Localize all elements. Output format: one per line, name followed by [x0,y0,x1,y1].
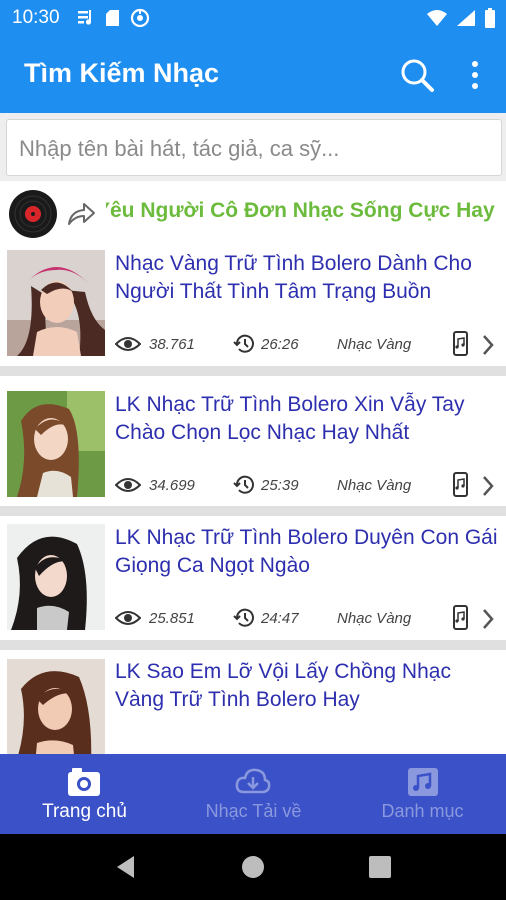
search-input[interactable] [19,120,489,177]
genre: Nhạc Vàng [337,336,412,353]
divider [0,506,506,516]
nav-home[interactable]: Trang chủ [0,754,169,834]
genre: Nhạc Vàng [337,610,412,627]
back-icon[interactable] [114,854,138,880]
eye-icon [115,337,141,351]
chevron-right-icon[interactable] [479,332,497,358]
view-count: 25.851 [149,610,195,627]
song-thumbnail [7,250,105,356]
thumbnail-image [7,391,105,497]
home-icon[interactable] [241,855,265,879]
view-count: 34.699 [149,477,195,494]
duration: 24:47 [261,610,299,627]
vpn-icon [130,8,150,28]
nav-downloads[interactable]: Nhạc Tải về [169,754,338,834]
song-title: Nhạc Vàng Trữ Tình Bolero Dành Cho Người… [115,252,472,303]
song-item[interactable]: LK Nhạc Trữ Tình Bolero Duyên Con Gái Gi… [0,516,506,649]
history-icon [233,475,254,494]
duration: 26:26 [261,336,299,353]
song-list[interactable]: Yêu Người Cô Đơn Nhạc Sống Cực Hay Nhạc … [0,181,506,754]
status-time: 10:30 [12,7,60,28]
system-navigation-bar [0,834,506,900]
history-icon [233,334,254,353]
search-box [6,119,502,177]
song-item[interactable]: LK Sao Em Lỡ Vội Lấy Chồng Nhạc Vàng Trữ… [0,650,506,754]
ringtone-icon[interactable] [451,605,471,631]
view-count: 38.761 [149,336,195,353]
thumbnail-image [7,250,105,356]
history-icon [233,608,254,627]
wifi-icon [427,10,447,26]
eye-icon [115,478,141,492]
song-item[interactable]: Nhạc Vàng Trữ Tình Bolero Dành Cho Người… [0,247,506,380]
eye-icon [115,611,141,625]
now-playing-bar[interactable]: Yêu Người Cô Đơn Nhạc Sống Cực Hay [0,181,506,247]
nav-categories-label: Danh mục [381,801,464,821]
status-bar: 10:30 [0,0,506,36]
search-area [0,113,506,181]
song-thumbnail [7,391,105,497]
genre: Nhạc Vàng [337,477,412,494]
thumbnail-image [7,659,105,754]
share-icon[interactable] [66,201,96,227]
song-thumbnail [7,659,105,754]
song-title: LK Sao Em Lỡ Vội Lấy Chồng Nhạc Vàng Trữ… [115,660,451,711]
nav-downloads-label: Nhạc Tải về [205,801,302,821]
bottom-navigation: Trang chủ Nhạc Tải về Danh mục [0,754,506,834]
signal-icon [457,10,475,26]
divider [0,366,506,376]
nav-home-label: Trang chủ [42,801,127,822]
sd-card-icon [106,10,119,26]
chevron-right-icon[interactable] [479,606,497,632]
duration: 25:39 [261,477,299,494]
ringtone-icon[interactable] [451,331,471,357]
music-library-icon [408,768,438,796]
now-playing-title-wrap: Yêu Người Cô Đơn Nhạc Sống Cực Hay [106,199,506,233]
vinyl-disc-icon[interactable] [8,189,58,239]
search-icon[interactable] [398,56,436,94]
cloud-download-icon [235,768,271,794]
chevron-right-icon[interactable] [479,473,497,499]
song-title: LK Nhạc Trữ Tình Bolero Duyên Con Gái Gi… [115,526,498,577]
recents-icon[interactable] [369,856,391,878]
song-thumbnail [7,524,105,630]
now-playing-title: Yêu Người Cô Đơn Nhạc Sống Cực Hay [106,199,495,222]
more-vert-icon[interactable] [463,58,487,92]
song-item[interactable]: LK Nhạc Trữ Tình Bolero Xin Vẫy Tay Chào… [0,376,506,509]
app-bar: Tìm Kiếm Nhạc [0,36,506,113]
music-note-icon [78,10,92,25]
ringtone-icon[interactable] [451,472,471,498]
home-photo-icon [68,768,100,796]
page-title: Tìm Kiếm Nhạc [24,58,220,88]
song-meta: 34.699 25:39 Nhạc Vàng [115,472,506,499]
song-meta: 25.851 24:47 Nhạc Vàng [115,605,506,632]
song-meta: 38.761 26:26 Nhạc Vàng [115,331,506,358]
song-title: LK Nhạc Trữ Tình Bolero Xin Vẫy Tay Chào… [115,393,465,444]
thumbnail-image [7,524,105,630]
battery-icon [485,8,495,28]
nav-categories[interactable]: Danh mục [338,754,506,834]
divider [0,640,506,650]
